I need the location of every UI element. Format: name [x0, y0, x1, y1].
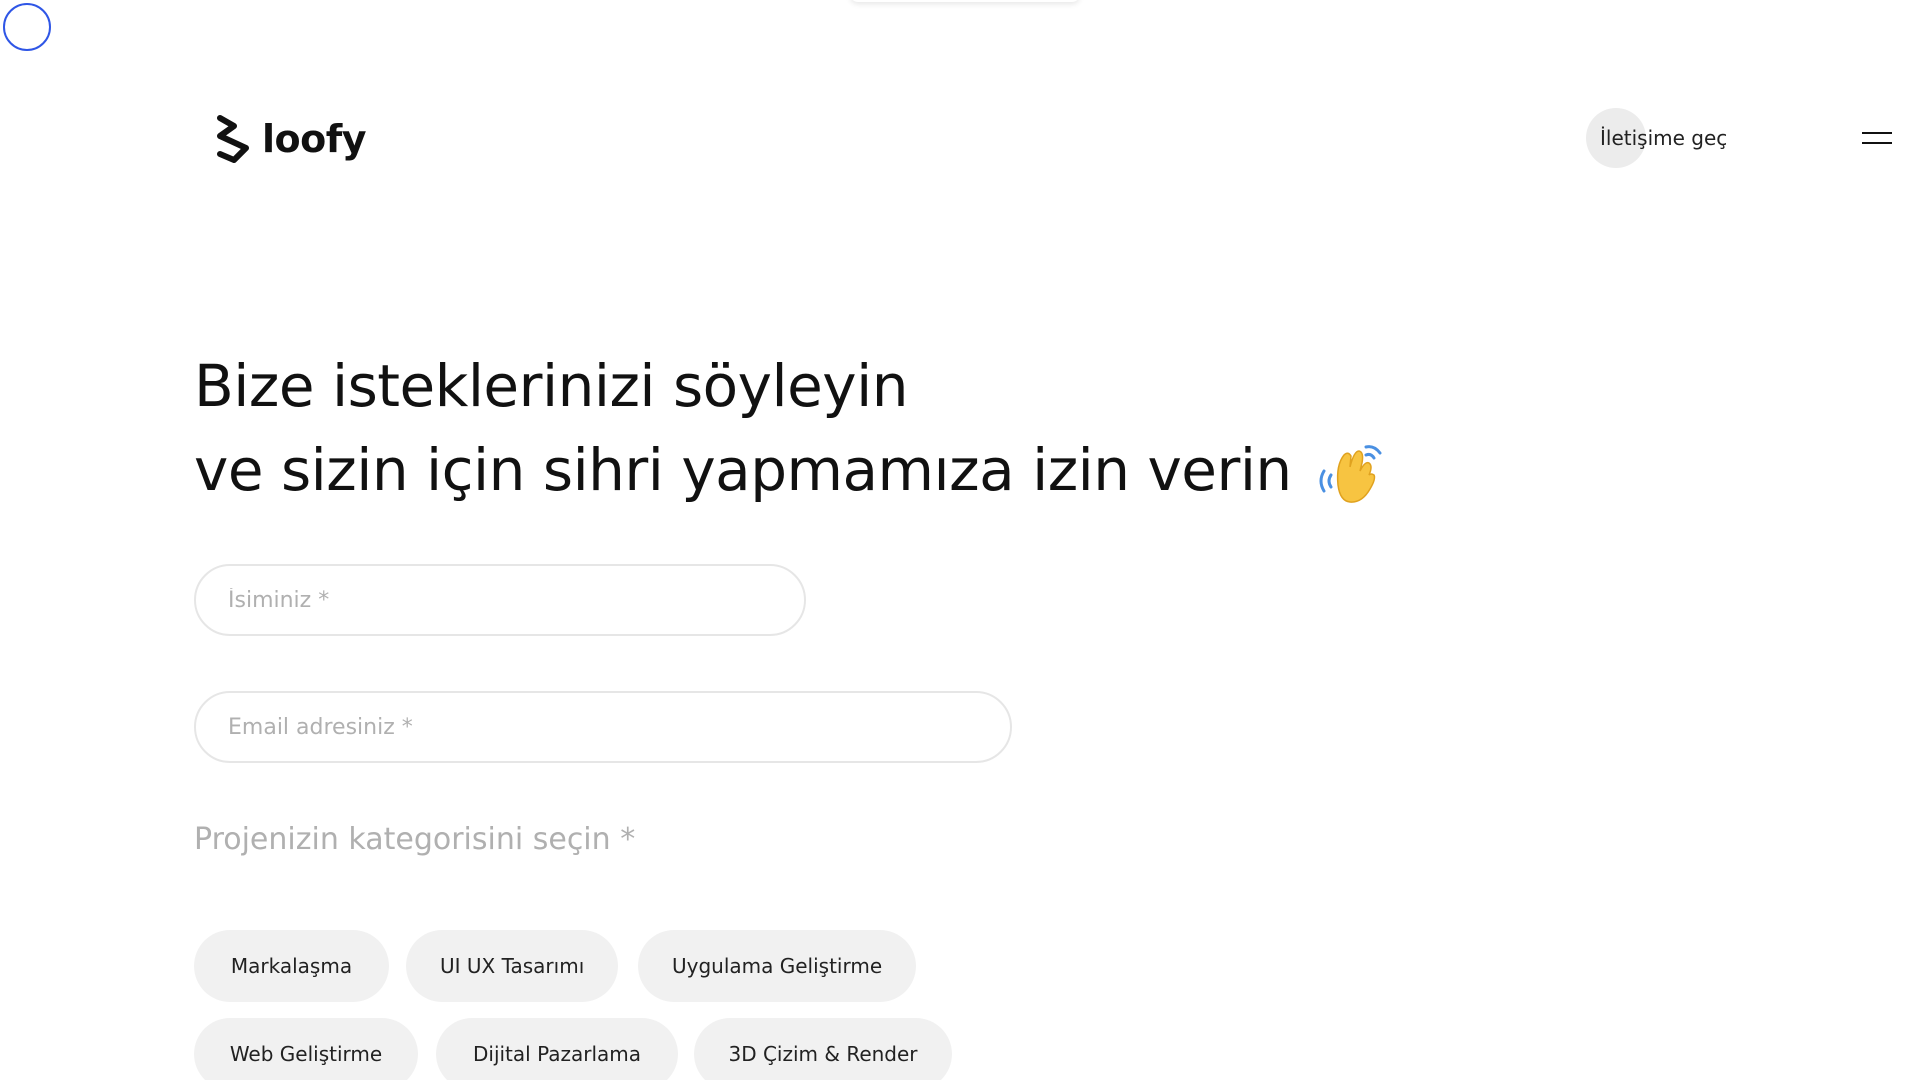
cursor-indicator: [3, 3, 51, 51]
category-chip-uygulama[interactable]: Uygulama Geliştirme: [638, 930, 916, 1002]
category-label: Projenizin kategorisini seçin *: [194, 822, 636, 857]
category-chip-web[interactable]: Web Geliştirme: [194, 1018, 418, 1080]
logo-link[interactable]: loofy: [214, 114, 367, 164]
loofy-logo-icon: [217, 115, 249, 163]
menu-line-bottom: [1862, 142, 1892, 144]
category-chip-ui-ux[interactable]: UI UX Tasarımı: [406, 930, 618, 1002]
headline-line-2: ve sizin için sihri yapmamıza izin verin: [194, 428, 1386, 512]
name-input[interactable]: [194, 564, 806, 636]
headline-line-2-text: ve sizin için sihri yapmamıza izin verin: [194, 436, 1292, 504]
category-chip-dijital[interactable]: Dijital Pazarlama: [436, 1018, 678, 1080]
contact-link[interactable]: İletişime geç: [1586, 108, 1727, 168]
hamburger-menu-icon[interactable]: [1862, 128, 1896, 148]
top-dropdown-edge: [850, 0, 1080, 2]
page-title: Bize isteklerinizi söyleyin ve sizin içi…: [194, 344, 1386, 512]
menu-line-top: [1862, 132, 1892, 134]
category-chip-markalasma[interactable]: Markalaşma: [194, 930, 389, 1002]
email-input[interactable]: [194, 691, 1012, 763]
category-chip-3d[interactable]: 3D Çizim & Render: [694, 1018, 952, 1080]
page: loofy İletişime geç Bize isteklerinizi s…: [0, 0, 1920, 1080]
contact-label: İletişime geç: [1600, 126, 1728, 150]
waving-hand-icon: [1319, 445, 1382, 503]
logo-text: loofy: [262, 117, 367, 161]
headline-line-1: Bize isteklerinizi söyleyin: [194, 352, 908, 420]
